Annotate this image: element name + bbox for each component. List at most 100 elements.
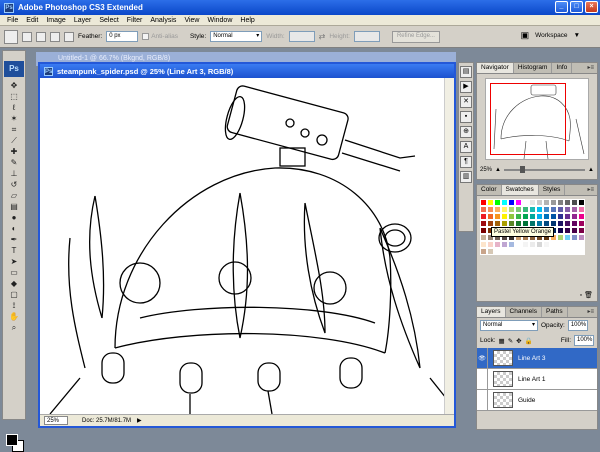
swatch-cell[interactable] — [536, 248, 543, 255]
tool-presets-icon[interactable]: ✕ — [460, 96, 472, 108]
style-select[interactable]: Normal ▾ — [210, 31, 263, 42]
layer-comps-icon[interactable]: ▥ — [460, 171, 472, 183]
lasso-tool-icon[interactable]: ℓ — [4, 102, 24, 113]
swatch-cell[interactable] — [522, 213, 529, 220]
swatch-cell[interactable] — [550, 206, 557, 213]
feather-input[interactable]: 0 px — [106, 31, 139, 42]
swatch-cell[interactable] — [522, 241, 529, 248]
menu-select[interactable]: Select — [95, 17, 122, 24]
minimize-button[interactable]: _ — [555, 1, 568, 13]
swatch-cell[interactable] — [494, 199, 501, 206]
path-selection-icon[interactable]: ➤ — [4, 256, 24, 267]
swatch-cell[interactable] — [480, 206, 487, 213]
close-button[interactable]: × — [585, 1, 598, 13]
notes-tool-icon[interactable]: ▢ — [4, 289, 24, 300]
swatch-cell[interactable] — [515, 213, 522, 220]
eraser-tool-icon[interactable]: ▱ — [4, 190, 24, 201]
tab-styles[interactable]: Styles — [539, 185, 566, 195]
lock-image-icon[interactable]: ✎ — [508, 337, 513, 345]
navigator-zoom-value[interactable]: 25% — [480, 167, 492, 173]
swatch-cell[interactable] — [529, 206, 536, 213]
layer-row-guide[interactable]: Guide — [477, 389, 597, 411]
vertical-scrollbar[interactable] — [444, 78, 454, 414]
swatch-cell[interactable] — [522, 220, 529, 227]
new-swatch-icon[interactable]: ▫ — [580, 292, 582, 299]
swap-icon[interactable]: ⇄ — [319, 32, 326, 41]
tab-info[interactable]: Info — [552, 63, 573, 73]
swatch-cell[interactable] — [536, 213, 543, 220]
3d-tool-icon[interactable]: ◆ — [4, 278, 24, 289]
swatch-cell[interactable] — [501, 206, 508, 213]
swatch-cell[interactable] — [494, 241, 501, 248]
marquee-tool-icon[interactable]: ⬚ — [4, 91, 24, 102]
height-input[interactable] — [353, 31, 380, 42]
swatch-cell[interactable] — [557, 220, 564, 227]
zoom-level-field[interactable]: 25% — [44, 416, 68, 425]
swatch-cell[interactable] — [480, 248, 487, 255]
swatch-cell[interactable] — [578, 220, 585, 227]
swatch-cell[interactable] — [501, 199, 508, 206]
slice-tool-icon[interactable]: ⟋ — [4, 135, 24, 146]
document-size-info[interactable]: Doc: 25.7M/81.7M — [82, 418, 131, 424]
maximize-button[interactable]: □ — [570, 1, 583, 13]
lock-all-icon[interactable]: 🔒 — [525, 337, 533, 345]
delete-swatch-icon[interactable]: 🗑 — [584, 292, 593, 299]
new-selection-icon[interactable] — [22, 31, 32, 42]
navigator-view-box[interactable] — [490, 83, 566, 155]
swatch-cell[interactable] — [501, 241, 508, 248]
swatch-cell[interactable] — [578, 213, 585, 220]
swatch-cell[interactable] — [494, 220, 501, 227]
swatch-cell[interactable] — [578, 234, 585, 241]
layer-row-line-art-1[interactable]: Line Art 1 — [477, 368, 597, 390]
swatch-cell[interactable] — [480, 220, 487, 227]
swatch-cell[interactable] — [557, 227, 564, 234]
swatch-cell[interactable] — [515, 241, 522, 248]
swatch-cell[interactable] — [501, 248, 508, 255]
width-input[interactable] — [288, 31, 315, 42]
swatch-cell[interactable] — [578, 206, 585, 213]
swatch-cell[interactable] — [571, 199, 578, 206]
tab-histogram[interactable]: Histogram — [514, 63, 553, 73]
workspace-switcher[interactable]: ▣ Workspace ▼ — [521, 30, 580, 41]
brush-tool-icon[interactable]: ✎ — [4, 157, 24, 168]
menu-filter[interactable]: Filter — [123, 17, 147, 24]
swatch-cell[interactable] — [508, 199, 515, 206]
actions-panel-icon[interactable]: ▶ — [460, 81, 472, 93]
character-panel-icon[interactable]: A — [460, 141, 472, 153]
move-tool-icon[interactable]: ✥ — [4, 80, 24, 91]
tab-layers[interactable]: Layers — [477, 307, 506, 317]
swatch-cell[interactable] — [564, 241, 571, 248]
swatch-cell[interactable] — [557, 206, 564, 213]
menu-layer[interactable]: Layer — [70, 17, 96, 24]
dodge-tool-icon[interactable]: ◐ — [4, 223, 24, 234]
swatch-cell[interactable] — [564, 206, 571, 213]
zoom-out-icon[interactable]: ▲ — [495, 167, 501, 173]
eyedropper-icon[interactable]: ⟟ — [4, 300, 24, 311]
menu-help[interactable]: Help — [236, 17, 258, 24]
brushes-panel-icon[interactable]: ▪ — [460, 111, 472, 123]
swatch-cell[interactable] — [536, 206, 543, 213]
swatch-cell[interactable] — [557, 248, 564, 255]
swatch-cell[interactable] — [557, 199, 564, 206]
swatch-cell[interactable] — [487, 206, 494, 213]
menu-analysis[interactable]: Analysis — [146, 17, 180, 24]
clone-stamp-icon[interactable]: ⊥ — [4, 168, 24, 179]
swatch-cell[interactable] — [536, 199, 543, 206]
tab-color[interactable]: Color — [477, 185, 502, 195]
swatch-cell[interactable] — [550, 248, 557, 255]
blend-mode-select[interactable]: Normal ▾ — [480, 320, 538, 331]
layer-visibility-toggle[interactable] — [477, 368, 488, 390]
swatch-cell[interactable] — [487, 248, 494, 255]
type-tool-icon[interactable]: T — [4, 245, 24, 256]
tab-navigator[interactable]: Navigator — [477, 63, 514, 73]
swatch-cell[interactable] — [529, 199, 536, 206]
swatch-cell[interactable] — [522, 206, 529, 213]
lock-transparency-icon[interactable]: ▦ — [499, 337, 505, 345]
foreground-color-swatch[interactable] — [6, 434, 18, 446]
swatch-cell[interactable] — [515, 199, 522, 206]
swatch-cell[interactable] — [543, 241, 550, 248]
tab-channels[interactable]: Channels — [506, 307, 542, 317]
swatch-cell[interactable] — [536, 220, 543, 227]
swatch-cell[interactable] — [494, 206, 501, 213]
menu-image[interactable]: Image — [42, 17, 69, 24]
